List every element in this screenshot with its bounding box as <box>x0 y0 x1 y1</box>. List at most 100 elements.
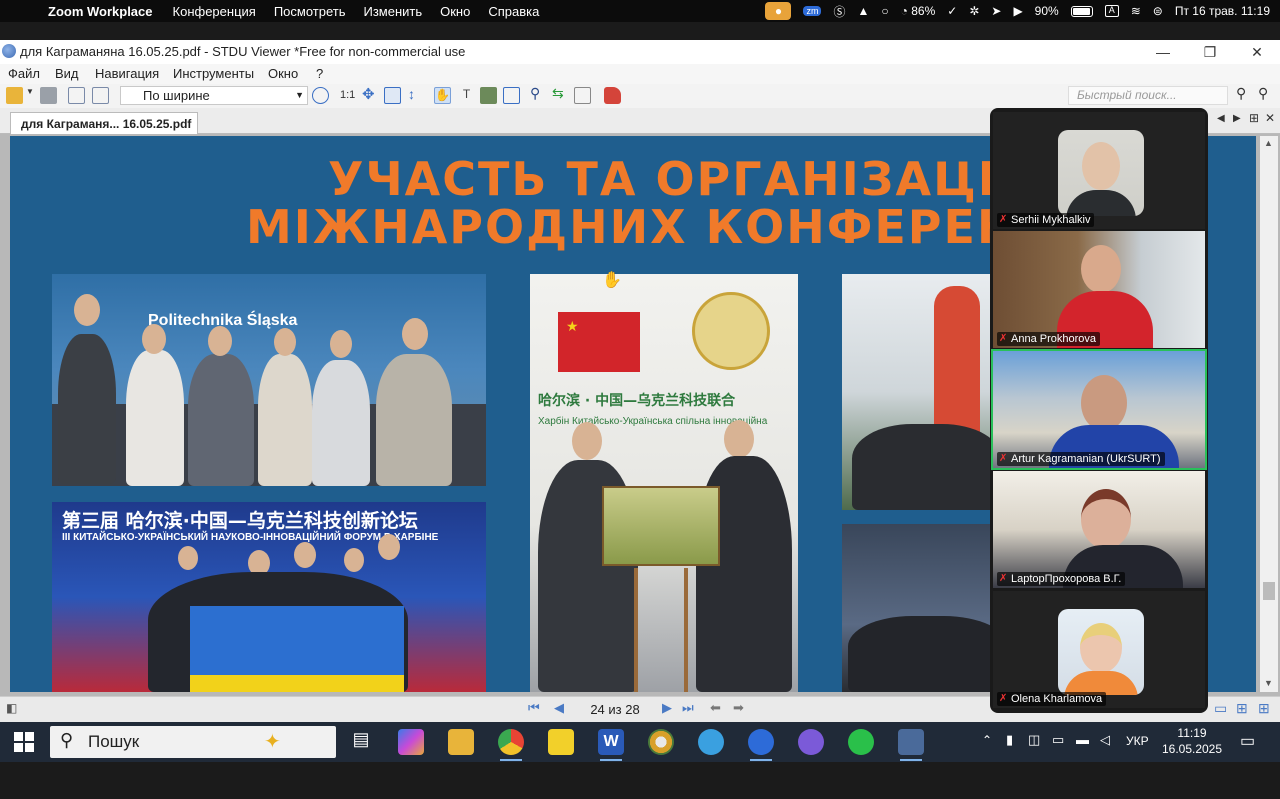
scroll-up-icon[interactable]: ▲ <box>1264 138 1273 148</box>
participant-tile[interactable]: ✗ LaptopПрохорова В.Г. <box>993 471 1205 588</box>
tab-next-icon[interactable]: ▶ <box>1233 113 1241 124</box>
image-select-icon[interactable] <box>480 87 497 104</box>
windows-start-icon[interactable] <box>14 732 34 752</box>
text-select-icon[interactable]: T <box>458 87 475 104</box>
viber-icon[interactable] <box>798 729 824 755</box>
zoom-mode-select[interactable]: По ширине ▼ <box>120 86 308 105</box>
volume-icon[interactable]: ◁ <box>1100 732 1110 748</box>
next-page-icon[interactable]: ▶ <box>662 700 672 716</box>
copy-icon[interactable] <box>574 87 591 104</box>
usb-icon[interactable]: ▮ <box>1006 732 1013 748</box>
notifications-icon[interactable]: ▭ <box>1240 731 1255 751</box>
page-indicator[interactable]: 24 из 28 <box>583 702 647 717</box>
copilot-icon[interactable] <box>398 729 424 755</box>
language-indicator[interactable]: УКР <box>1126 734 1149 748</box>
tray-overflow-icon[interactable]: ⌃ <box>982 733 992 747</box>
player-icon[interactable] <box>548 729 574 755</box>
menu-view[interactable]: Посмотреть <box>274 4 346 19</box>
participant-tile-active-speaker[interactable]: ✗ Artur Kagramanian (UkrSURT) <box>991 349 1207 470</box>
snapshot-icon[interactable] <box>503 87 520 104</box>
actual-size-button[interactable]: 1:1 <box>340 89 357 106</box>
gear-icon[interactable]: ✲ <box>969 4 979 18</box>
menu-navigation[interactable]: Навигация <box>95 66 159 81</box>
sync-icon[interactable]: ⇆ <box>552 85 569 102</box>
tab-close-icon[interactable]: ✕ <box>1265 111 1275 125</box>
grid-view-icon[interactable]: ⊞ <box>1258 700 1270 717</box>
battery-tray-icon[interactable]: ▬ <box>1076 732 1089 747</box>
participant-tile[interactable]: ✗ Serhii Mykhalkiv <box>993 112 1205 229</box>
stdu-app-icon[interactable] <box>2 44 16 58</box>
menu-file[interactable]: Файл <box>8 66 40 81</box>
close-button[interactable]: ✕ <box>1234 40 1280 64</box>
menu-conference[interactable]: Конференция <box>173 4 256 19</box>
hand-tool-icon[interactable]: ✋ <box>434 87 451 104</box>
binoculars-icon[interactable]: ⚲ <box>530 85 547 102</box>
thumbnails-icon[interactable] <box>68 87 85 104</box>
sidebar-toggle-icon[interactable]: ◧ <box>6 701 17 715</box>
file-explorer-icon[interactable] <box>448 729 474 755</box>
menu-window-app[interactable]: Окно <box>268 66 298 81</box>
menu-edit[interactable]: Изменить <box>363 4 422 19</box>
menu-help-app[interactable]: ? <box>316 66 323 81</box>
open-dropdown-icon[interactable]: ▼ <box>26 87 34 104</box>
task-view-icon[interactable]: ▤ <box>348 729 374 755</box>
play-icon[interactable]: ▶ <box>1013 4 1022 18</box>
prev-page-icon[interactable]: ◀ <box>554 700 564 716</box>
zoom-participant-panel[interactable]: ✗ Serhii Mykhalkiv ✗ Anna Prokhorova ✗ Artu… <box>990 108 1208 713</box>
fit-page-icon[interactable]: ✥ <box>362 85 379 103</box>
zoom-in-icon[interactable] <box>312 87 329 104</box>
cpu-indicator[interactable]: ◔ 86% <box>901 4 936 18</box>
word-icon[interactable]: W <box>598 729 624 761</box>
telegram-app-icon[interactable] <box>698 729 724 755</box>
microphone-icon[interactable]: ● <box>765 2 792 20</box>
network-icon[interactable]: ▭ <box>1052 732 1064 748</box>
menu-help[interactable]: Справка <box>488 4 539 19</box>
fit-height-icon[interactable]: ↕ <box>408 86 425 103</box>
whatsapp-icon[interactable] <box>848 729 874 755</box>
menu-view-app[interactable]: Вид <box>55 66 79 81</box>
search-icon[interactable]: ⚲ <box>1236 85 1253 102</box>
fit-width-icon[interactable] <box>384 87 401 104</box>
history-back-icon[interactable]: ⬅ <box>710 700 721 716</box>
search-options-icon[interactable]: ⚲ <box>1258 85 1275 102</box>
bookmarks-icon[interactable] <box>92 87 109 104</box>
eraser-icon[interactable] <box>604 87 621 104</box>
taskbar-search-box[interactable]: ⚲ Пошук ✦ <box>50 726 336 758</box>
control-center-icon[interactable]: ⊜ <box>1153 4 1163 18</box>
restore-button[interactable]: ❐ <box>1187 40 1233 64</box>
last-page-icon[interactable]: ⏭ <box>682 700 694 716</box>
tab-list-icon[interactable]: ⊞ <box>1249 111 1259 125</box>
taskbar-clock[interactable]: 11:19 16.05.2025 <box>1160 725 1224 757</box>
two-page-view-icon[interactable]: ⊞ <box>1236 700 1248 717</box>
stdu-viewer-taskbar-icon[interactable] <box>898 729 924 761</box>
tab-document[interactable]: для Каграманя... 16.05.25.pdf <box>10 112 198 134</box>
app-name-menu[interactable]: Zoom Workplace <box>48 4 153 19</box>
scroll-down-icon[interactable]: ▼ <box>1264 678 1273 688</box>
tab-prev-icon[interactable]: ◀ <box>1217 113 1225 124</box>
history-forward-icon[interactable]: ➡ <box>733 700 744 716</box>
menubar-datetime[interactable]: Пт 16 трав. 11:19 <box>1175 4 1270 18</box>
minimize-button[interactable]: — <box>1140 40 1186 64</box>
participant-tile[interactable]: ✗ Anna Prokhorova <box>993 231 1205 348</box>
vertical-scrollbar[interactable]: ▲ ▼ <box>1260 136 1278 692</box>
participant-tile[interactable]: ✗ Olena Kharlamova <box>993 591 1205 708</box>
menu-window[interactable]: Окно <box>440 4 470 19</box>
open-folder-icon[interactable] <box>6 87 23 104</box>
wifi-icon[interactable]: ≋ <box>1131 4 1141 18</box>
security-icon[interactable]: ◫ <box>1028 732 1040 748</box>
print-icon[interactable] <box>40 87 57 104</box>
first-page-icon[interactable]: ⏮ <box>528 700 540 716</box>
check-icon[interactable]: ✓ <box>947 4 957 18</box>
single-page-view-icon[interactable]: ▭ <box>1214 700 1227 717</box>
telegram-icon[interactable]: ➤ <box>991 4 1001 18</box>
zoom-app-icon[interactable] <box>748 729 774 761</box>
chrome-icon[interactable] <box>498 729 524 761</box>
input-source-icon[interactable]: A <box>1104 5 1119 17</box>
menu-tools[interactable]: Инструменты <box>173 66 254 81</box>
quick-search-input[interactable]: Быстрый поиск... <box>1068 86 1228 105</box>
scrollbar-thumb[interactable] <box>1263 582 1275 600</box>
circle-icon[interactable]: ○ <box>881 4 888 18</box>
zoom-status-icon[interactable]: zm <box>803 6 822 16</box>
browser-icon[interactable] <box>648 729 674 755</box>
battery-icon[interactable] <box>1070 5 1093 17</box>
